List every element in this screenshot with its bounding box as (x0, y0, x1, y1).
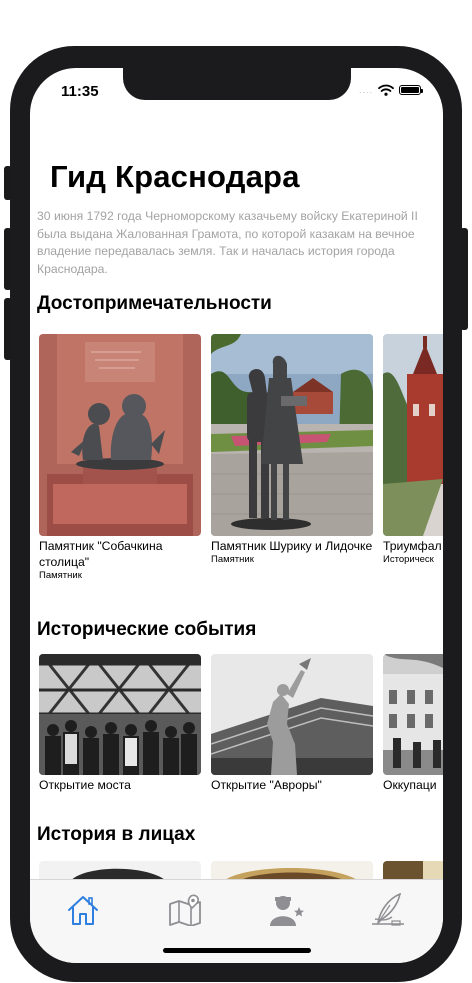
event-photo (211, 654, 373, 775)
events-carousel[interactable]: Открытие моста Открытие "Авроры" Оккупац… (39, 654, 443, 793)
sight-name: Памятник Шурику и Лидочке (211, 539, 373, 553)
signal-dots: .... (358, 85, 373, 95)
sight-photo (39, 334, 201, 536)
sight-card[interactable]: Памятник Шурику и Лидочке Памятник (211, 334, 373, 581)
event-card[interactable]: Открытие моста (39, 654, 201, 793)
app-screen: 11:35 .... Гид Краснодара 30 июня 1792 г… (30, 68, 443, 963)
section-title-people: История в лицах (37, 824, 196, 845)
event-name: Открытие моста (39, 778, 131, 792)
event-card[interactable]: Открытие "Авроры" (211, 654, 373, 793)
sight-type: Историческ (383, 554, 434, 565)
notch (123, 68, 351, 100)
home-indicator[interactable] (163, 948, 311, 953)
status-time: 11:35 (61, 83, 99, 100)
sight-photo (211, 334, 373, 536)
sight-photo (383, 334, 443, 536)
map-icon (169, 894, 201, 926)
battery-icon (399, 85, 423, 95)
tab-history[interactable] (368, 890, 408, 930)
sight-type: Памятник (211, 554, 254, 565)
section-title-events: Исторические события (37, 619, 257, 640)
home-icon (68, 896, 98, 925)
intro-text: 30 июня 1792 года Черноморскому казачьем… (37, 209, 418, 276)
sight-card[interactable]: Памятник "Собачкина столица" Памятник (39, 334, 201, 581)
event-photo (383, 654, 443, 775)
event-photo (39, 654, 201, 775)
sight-name: Триумфал (383, 539, 442, 553)
section-title-sights: Достопримечательности (37, 293, 272, 314)
event-name: Оккупаци (383, 778, 437, 792)
event-card[interactable]: Оккупаци (383, 654, 443, 793)
tab-home[interactable] (63, 890, 103, 930)
sight-type: Памятник (39, 570, 82, 581)
sight-name: Памятник "Собачкина столица" (39, 539, 163, 569)
person-star-icon (270, 896, 304, 926)
tab-map[interactable] (165, 890, 205, 930)
sights-carousel[interactable]: Памятник "Собачкина столица" Памятник Па… (39, 334, 443, 581)
wifi-icon (378, 84, 394, 96)
status-indicators: .... (358, 84, 423, 96)
page-title: Гид Краснодара (50, 159, 300, 194)
quill-icon (372, 893, 404, 926)
event-name: Открытие "Авроры" (211, 778, 322, 792)
tab-people[interactable] (267, 890, 307, 930)
sight-card[interactable]: Триумфал Историческ (383, 334, 443, 581)
